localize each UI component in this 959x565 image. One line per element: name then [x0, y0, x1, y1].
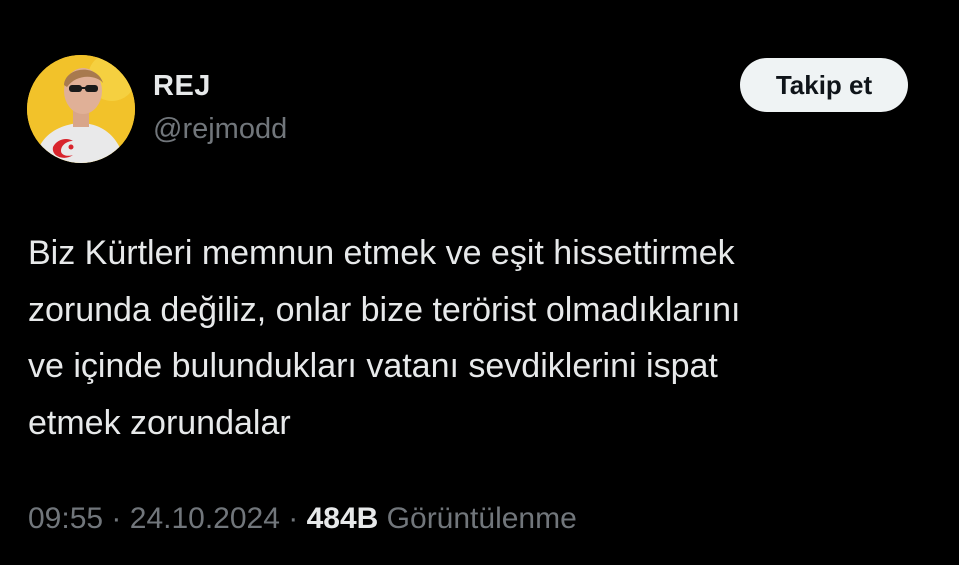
tweet-meta: 09:55 · 24.10.2024 · 484B Görüntülenme — [28, 502, 577, 536]
tweet-card: REJ @rejmodd Takip et Biz Kürtleri memnu… — [0, 0, 959, 565]
avatar[interactable] — [27, 55, 135, 163]
meta-separator: · — [111, 502, 122, 535]
display-name[interactable]: REJ — [153, 70, 211, 103]
meta-separator: · — [288, 502, 299, 535]
user-handle[interactable]: @rejmodd — [153, 113, 287, 146]
tweet-text: Biz Kürtleri memnun etmek ve eşit hisset… — [28, 234, 741, 442]
profile-photo-icon — [27, 55, 135, 163]
follow-button[interactable]: Takip et — [740, 58, 908, 112]
views-count: 484B — [306, 502, 379, 535]
tweet-date[interactable]: 24.10.2024 — [130, 502, 280, 535]
views-label: Görüntülenme — [386, 502, 577, 535]
tweet-time[interactable]: 09:55 — [28, 502, 103, 535]
